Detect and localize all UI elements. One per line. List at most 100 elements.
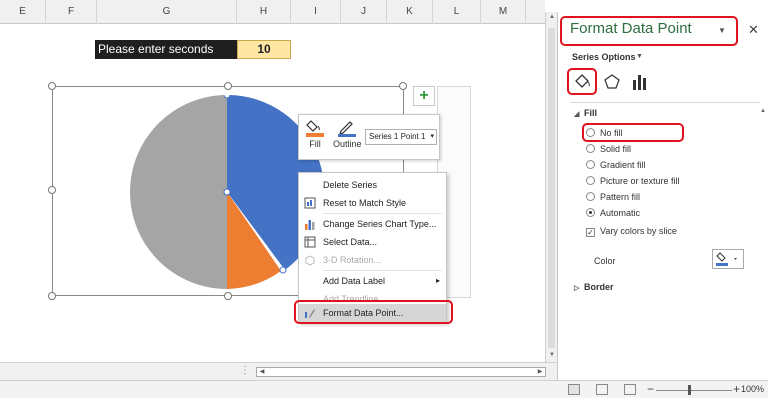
menu-separator	[323, 270, 442, 271]
fill-color-picker[interactable]	[712, 249, 744, 269]
prompt-label-cell[interactable]: Please enter seconds	[95, 40, 237, 59]
column-header-bar: E F G H I J K L M	[0, 0, 545, 24]
fill-button[interactable]: Fill	[305, 119, 325, 149]
radio-button[interactable]	[586, 192, 595, 201]
checkbox-checked[interactable]: ✓	[586, 228, 595, 237]
menu-item-select-data[interactable]: Select Data...	[299, 233, 446, 251]
menu-item-label: Select Data...	[323, 237, 378, 247]
menu-item-delete-series[interactable]: Delete Series	[299, 176, 446, 194]
column-header-g[interactable]: G	[97, 0, 237, 24]
resize-handle-bottom-left[interactable]	[48, 292, 56, 300]
scroll-up-icon[interactable]: ▲	[760, 108, 766, 114]
column-header-h[interactable]: H	[237, 0, 291, 24]
collapse-triangle-icon: ▷	[574, 285, 580, 292]
seconds-input-cell[interactable]: 10	[237, 40, 291, 59]
menu-item-label: 3-D Rotation...	[323, 255, 382, 265]
pane-title: Format Data Point	[570, 20, 692, 37]
vertical-scrollbar[interactable]: ▲ ▼	[545, 12, 557, 362]
effects-tab-icon[interactable]	[602, 72, 622, 92]
resize-handle-bottom[interactable]	[224, 292, 232, 300]
submenu-arrow-icon: ▸	[435, 276, 440, 285]
pie-slice-gray[interactable]	[130, 95, 227, 289]
menu-item-3d-rotation[interactable]: 3-D Rotation...	[299, 251, 446, 269]
chart-element-selector-value: Series 1 Point 1	[369, 132, 426, 141]
column-header-e[interactable]: E	[0, 0, 46, 24]
automatic-fill-option[interactable]: Automatic	[586, 206, 640, 220]
fill-line-tab-icon[interactable]	[572, 72, 592, 92]
normal-view-icon[interactable]	[568, 384, 580, 395]
fill-label: Fill	[309, 139, 321, 149]
vary-colors-option[interactable]: ✓ Vary colors by slice	[586, 224, 677, 238]
menu-item-label: Add Data Label	[323, 276, 386, 286]
series-options-tab-icon[interactable]	[630, 72, 650, 92]
picture-fill-option[interactable]: Picture or texture fill	[586, 174, 680, 188]
resize-handle-top[interactable]	[224, 82, 232, 90]
menu-item-label: Change Series Chart Type...	[323, 219, 437, 229]
chart-element-selector[interactable]: Series 1 Point 1 ▾	[365, 129, 437, 145]
radio-button[interactable]	[586, 144, 595, 153]
section-label: Border	[584, 282, 614, 292]
pane-scrollbar[interactable]: ▲	[758, 108, 768, 378]
menu-item-add-data-label[interactable]: Add Data Label ▸	[299, 272, 446, 290]
gradient-fill-option[interactable]: Gradient fill	[586, 158, 646, 172]
column-header-j[interactable]: J	[341, 0, 387, 24]
option-label: Picture or texture fill	[600, 176, 680, 186]
zoom-in-button[interactable]: +	[733, 382, 740, 396]
mini-toolbar: Fill Outline Series 1 Point 1 ▾	[298, 114, 440, 160]
border-section-header[interactable]: ▷ Border	[574, 282, 614, 292]
column-header-f[interactable]: F	[46, 0, 97, 24]
resize-handle-left[interactable]	[48, 186, 56, 194]
chevron-down-icon[interactable]: ▼	[636, 53, 643, 60]
pane-options-chevron-icon[interactable]: ▼	[718, 26, 726, 35]
chevron-down-icon: ▾	[430, 133, 434, 140]
color-label: Color	[594, 256, 616, 266]
option-label: Automatic	[600, 208, 641, 218]
column-header-k[interactable]: K	[387, 0, 433, 24]
radio-button[interactable]	[586, 160, 595, 169]
option-label: Solid fill	[600, 144, 632, 154]
page-layout-view-icon[interactable]	[596, 384, 608, 395]
page-break-view-icon[interactable]	[624, 384, 636, 395]
status-bar: − + 100%	[0, 380, 768, 398]
pattern-fill-option[interactable]: Pattern fill	[586, 190, 640, 204]
solid-fill-option[interactable]: Solid fill	[586, 142, 631, 156]
scroll-left-icon[interactable]: ◀	[257, 368, 267, 376]
option-label: Pattern fill	[600, 192, 641, 202]
zoom-level[interactable]: 100%	[741, 384, 764, 394]
point-handle[interactable]	[223, 95, 231, 99]
expand-triangle-icon: ◢	[574, 111, 580, 118]
series-options-dropdown[interactable]: Series Options	[572, 52, 636, 62]
zoom-out-button[interactable]: −	[647, 382, 654, 396]
point-handle[interactable]	[223, 188, 231, 196]
radio-button[interactable]	[586, 128, 595, 137]
resize-handle-top-left[interactable]	[48, 82, 56, 90]
zoom-slider-thumb[interactable]	[688, 385, 691, 395]
chart-elements-button[interactable]: +	[413, 86, 435, 106]
option-label: Gradient fill	[600, 160, 646, 170]
bar-chart-icon	[304, 218, 316, 230]
horizontal-scrollbar[interactable]: ◀ ▶	[256, 367, 546, 377]
scroll-right-icon[interactable]: ▶	[535, 368, 545, 376]
radio-button-selected[interactable]	[586, 208, 595, 217]
close-icon[interactable]: ✕	[748, 22, 759, 38]
paint-bucket-icon	[305, 119, 325, 137]
scroll-thumb[interactable]	[548, 28, 555, 348]
pane-divider	[570, 102, 760, 103]
column-header-i[interactable]: I	[291, 0, 341, 24]
no-fill-option[interactable]: No fill	[586, 126, 623, 140]
menu-item-format-data-point[interactable]: Format Data Point...	[299, 304, 446, 322]
column-header-l[interactable]: L	[433, 0, 481, 24]
zoom-slider[interactable]	[656, 390, 732, 391]
radio-button[interactable]	[586, 176, 595, 185]
section-label: Fill	[584, 108, 597, 118]
tab-split-handle[interactable]: ⋮	[240, 365, 250, 376]
menu-item-reset-style[interactable]: Reset to Match Style	[299, 194, 446, 212]
column-header-m[interactable]: M	[481, 0, 526, 24]
menu-item-change-chart-type[interactable]: Change Series Chart Type...	[299, 215, 446, 233]
resize-handle-top-right[interactable]	[399, 82, 407, 90]
menu-separator	[323, 213, 442, 214]
fill-section-header[interactable]: ◢ Fill	[574, 108, 597, 118]
paint-bucket-icon	[716, 252, 737, 266]
point-handle[interactable]	[279, 266, 287, 274]
outline-button[interactable]: Outline	[333, 119, 362, 149]
